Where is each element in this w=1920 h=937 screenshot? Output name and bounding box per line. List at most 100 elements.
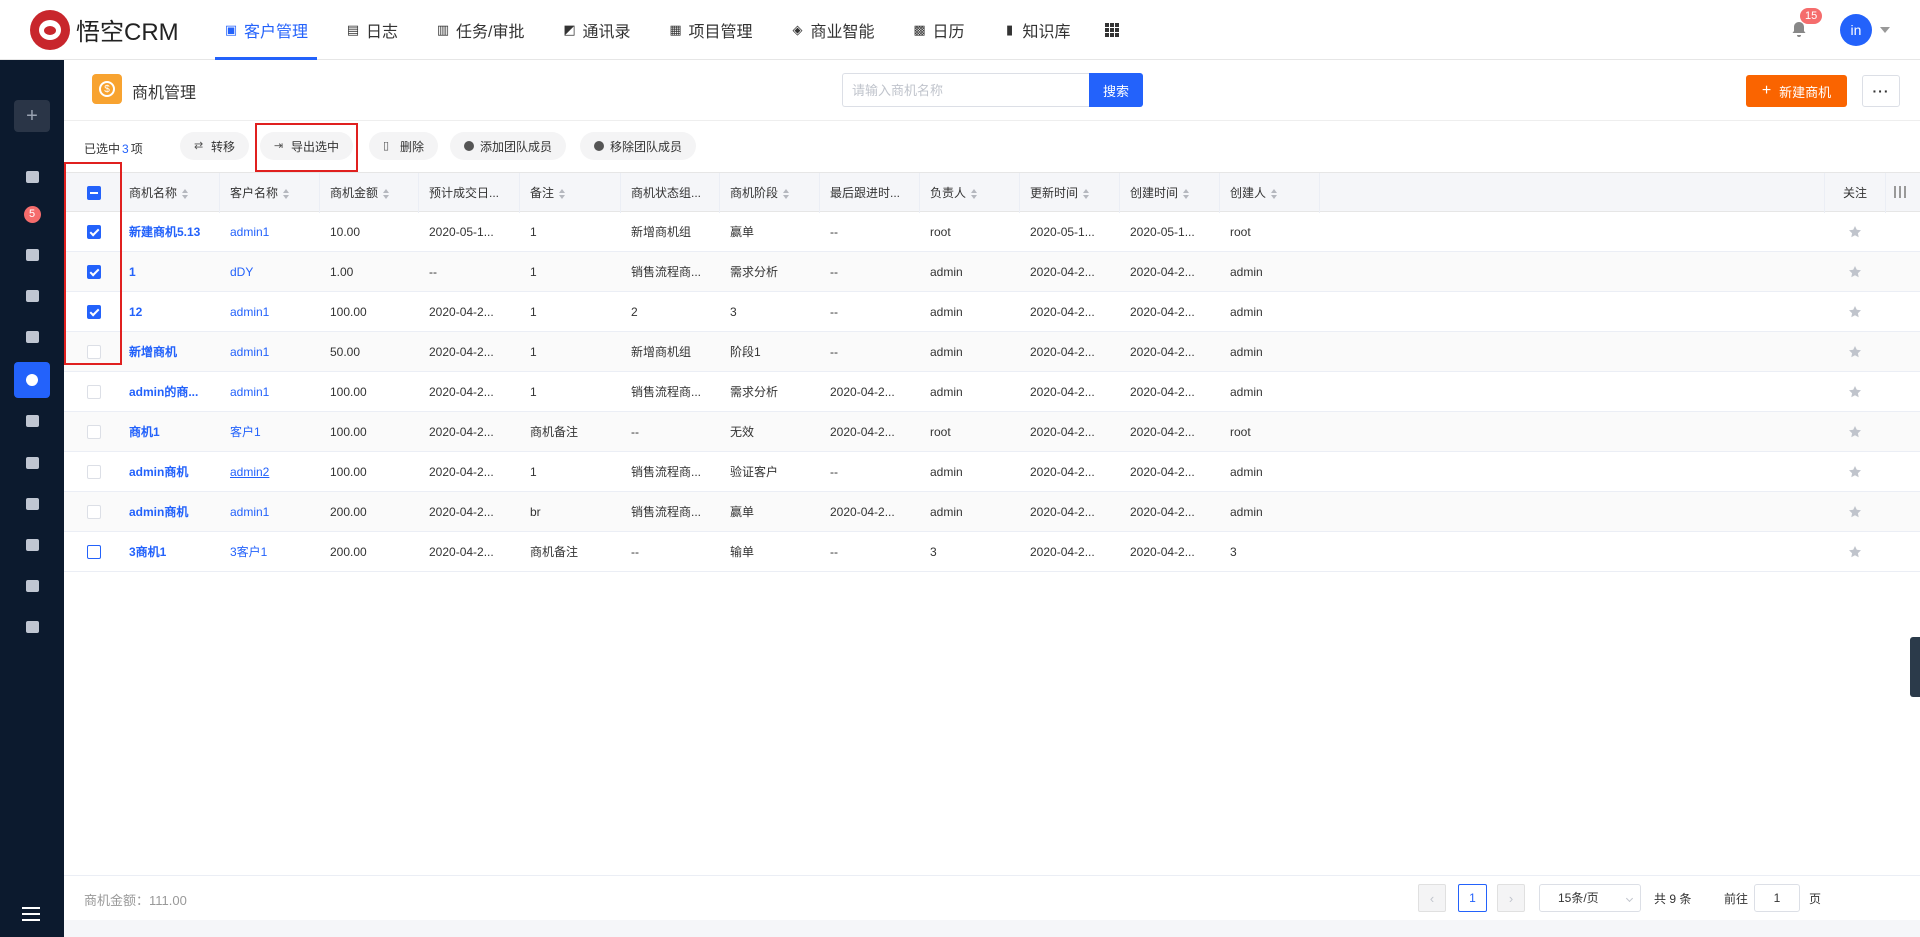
add-team-member-button[interactable]: 添加团队成员 [450,132,567,160]
sort-icon[interactable] [383,188,390,199]
search-input[interactable] [842,73,1090,107]
nav-item-calendar[interactable]: ▩ 日历 [894,0,984,60]
sort-icon[interactable] [1183,188,1190,199]
row-checkbox[interactable] [87,545,101,559]
star-icon[interactable] [1848,425,1862,439]
sidebar-item-contacts[interactable] [14,319,50,355]
prev-page-button[interactable]: ‹ [1418,884,1446,912]
cell-name[interactable]: 12 [119,292,220,332]
page-size-select[interactable]: 15条/页 [1539,884,1641,912]
sidebar-item-payment[interactable] [14,445,50,481]
star-icon[interactable] [1848,225,1862,239]
cell-name[interactable]: admin商机 [119,492,220,532]
table-row[interactable]: 商机1 客户1 100.00 2020-04-2... 商机备注 -- 无效 2020-04-… [64,412,1920,452]
goto-page-input[interactable] [1754,884,1800,912]
sidebar-item-contract[interactable] [14,403,50,439]
sidebar-item-visit[interactable] [14,527,50,563]
star-icon[interactable] [1848,465,1862,479]
cell-name[interactable]: 1 [119,252,220,292]
transfer-button[interactable]: ⇄ 转移 [180,132,250,160]
star-icon[interactable] [1848,385,1862,399]
star-icon[interactable] [1848,265,1862,279]
row-checkbox[interactable] [87,385,101,399]
table-row[interactable]: 新增商机 admin1 50.00 2020-04-2... 1 新增商机组 阶段1 -- ad… [64,332,1920,372]
sidebar-item-todo[interactable]: 5 [14,196,50,232]
nav-item-apps[interactable] [1090,0,1134,60]
avatar[interactable]: in [1840,14,1872,46]
sort-icon[interactable] [971,188,978,199]
sidebar-item-dashboard[interactable] [14,159,50,195]
cell-customer[interactable]: 3客户1 [220,532,320,572]
cell-customer[interactable]: admin1 [220,332,320,372]
cell-name[interactable]: 新增商机 [119,332,220,372]
delete-button[interactable]: ▯ 删除 [369,132,439,160]
col-amount[interactable]: 商机金额 [320,173,419,213]
nav-item-customer[interactable]: ▣ 客户管理 [205,0,327,60]
sidebar-item-customer[interactable] [14,278,50,314]
new-business-button[interactable]: + 新建商机 [1746,75,1847,107]
row-checkbox[interactable] [87,505,101,519]
table-row[interactable]: admin商机 admin2 100.00 2020-04-2... 1 销售流程商...… [64,452,1920,492]
table-row[interactable]: 1 dDY 1.00 -- 1 销售流程商... 需求分析 -- admin 2020-04-2.… [64,252,1920,292]
quick-add-button[interactable]: + [14,100,50,132]
col-deal-date[interactable]: 预计成交日... [419,173,520,213]
cell-name[interactable]: 新建商机5.13 [119,212,220,252]
col-owner[interactable]: 负责人 [920,173,1020,213]
col-customer[interactable]: 客户名称 [220,173,320,213]
col-status-group[interactable]: 商机状态组... [621,173,720,213]
row-checkbox[interactable] [87,465,101,479]
sort-icon[interactable] [1083,188,1090,199]
sort-icon[interactable] [783,188,790,199]
table-row[interactable]: 新建商机5.13 admin1 10.00 2020-05-1... 1 新增商机组 赢单 -… [64,212,1920,252]
nav-item-log[interactable]: ▤ 日志 [327,0,417,60]
sidebar-item-product[interactable] [14,568,50,604]
sidebar-item-business[interactable] [14,362,50,398]
col-updated[interactable]: 更新时间 [1020,173,1120,213]
page-number-current[interactable]: 1 [1458,884,1487,912]
cell-name[interactable]: admin的商... [119,372,220,412]
row-checkbox[interactable] [87,425,101,439]
table-row[interactable]: admin商机 admin1 200.00 2020-04-2... br 销售流程商..… [64,492,1920,532]
sidebar-item-send[interactable] [14,609,50,645]
collapse-menu-icon[interactable] [22,907,40,921]
notification-button[interactable]: 15 [1790,8,1823,40]
sort-icon[interactable] [283,188,290,199]
star-icon[interactable] [1848,305,1862,319]
remove-team-member-button[interactable]: 移除团队成员 [580,132,697,160]
cell-customer[interactable]: dDY [220,252,320,292]
sort-icon[interactable] [1271,188,1278,199]
column-settings-icon[interactable] [1894,186,1906,198]
nav-item-task[interactable]: ▥ 任务/审批 [417,0,543,60]
nav-item-project[interactable]: ▦ 项目管理 [650,0,772,60]
col-name[interactable]: 商机名称 [119,173,220,213]
cell-name[interactable]: 3商机1 [119,532,220,572]
sidebar-item-leads[interactable] [14,237,50,273]
search-button[interactable]: 搜索 [1089,73,1143,107]
cell-customer[interactable]: admin1 [220,372,320,412]
logo[interactable]: 悟空CRM [30,9,185,50]
col-last-follow[interactable]: 最后跟进时... [820,173,920,213]
cell-customer[interactable]: 客户1 [220,412,320,452]
side-panel-handle[interactable] [1910,637,1920,697]
next-page-button[interactable]: › [1497,884,1525,912]
star-icon[interactable] [1848,505,1862,519]
sidebar-item-invoice[interactable] [14,486,50,522]
chevron-down-icon[interactable] [1880,27,1890,33]
nav-item-knowledge[interactable]: ▮ 知识库 [984,0,1090,60]
cell-customer[interactable]: admin1 [220,292,320,332]
col-stage[interactable]: 商机阶段 [720,173,820,213]
cell-customer[interactable]: admin1 [220,212,320,252]
star-icon[interactable] [1848,545,1862,559]
col-remark[interactable]: 备注 [520,173,621,213]
table-row[interactable]: admin的商... admin1 100.00 2020-04-2... 1 销售流程商… [64,372,1920,412]
sort-icon[interactable] [559,188,566,199]
cell-customer[interactable]: admin2 [220,452,320,492]
cell-customer[interactable]: admin1 [220,492,320,532]
cell-name[interactable]: admin商机 [119,452,220,492]
col-creator[interactable]: 创建人 [1220,173,1320,213]
cell-name[interactable]: 商机1 [119,412,220,452]
nav-item-bi[interactable]: ◈ 商业智能 [772,0,894,60]
nav-item-contacts[interactable]: ◩ 通讯录 [543,0,649,60]
more-button[interactable]: ··· [1862,75,1900,107]
sort-icon[interactable] [182,188,189,199]
